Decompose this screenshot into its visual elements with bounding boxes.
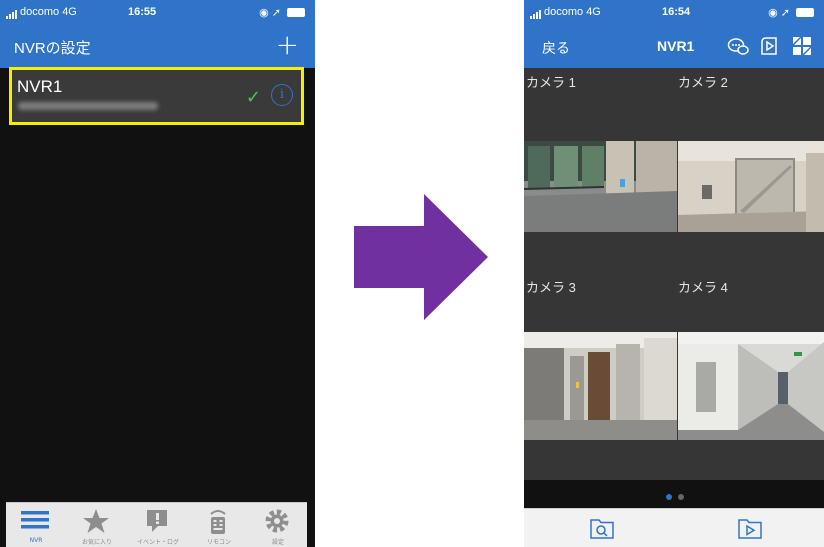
tab-remote[interactable]: リモコン xyxy=(189,503,249,547)
camera-2-feed[interactable] xyxy=(678,141,824,232)
star-icon xyxy=(83,509,109,533)
signal-icon xyxy=(6,7,18,19)
search-folder-icon[interactable] xyxy=(588,514,616,542)
phone-nvr-live-view: docomo 4G 16:54 ◉ ➚ 戻る NVR1 カメラ 1 カメラ 2 xyxy=(524,0,824,547)
gear-icon xyxy=(265,509,289,533)
camera-label: カメラ 2 xyxy=(678,75,728,90)
page-dot xyxy=(678,494,684,500)
info-icon[interactable]: i xyxy=(271,84,293,106)
remote-icon xyxy=(210,510,226,534)
tab-label: イベント・ログ xyxy=(136,539,179,546)
tab-favorites[interactable]: お気に入り xyxy=(67,503,127,547)
page-title: NVRの設定 xyxy=(14,40,91,57)
tab-settings[interactable]: 設定 xyxy=(248,503,308,547)
status-time: 16:54 xyxy=(662,6,691,18)
playback-icon[interactable] xyxy=(758,35,780,57)
camera-voice-icon[interactable] xyxy=(727,35,749,57)
signal-icon xyxy=(530,7,542,19)
battery-icon xyxy=(796,8,814,17)
camera-3-feed[interactable] xyxy=(524,332,677,440)
nav-bar: 戻る NVR1 xyxy=(524,26,824,68)
play-folder-icon[interactable] xyxy=(736,514,764,542)
camera-label: カメラ 3 xyxy=(526,280,576,295)
nvr-address-blurred xyxy=(18,102,158,110)
page-dot-active xyxy=(666,494,672,500)
status-bar: docomo 4G 16:55 ◉ ➚ xyxy=(0,0,315,26)
carrier-label: docomo 4G xyxy=(20,6,77,18)
event-log-icon xyxy=(147,510,167,532)
tab-nvr[interactable]: NVR xyxy=(6,503,66,547)
status-bar: docomo 4G 16:54 ◉ ➚ xyxy=(524,0,824,26)
page-indicator[interactable] xyxy=(524,480,824,508)
tab-bar: NVR お気に入り イベント・ログ リモコン 設定 xyxy=(6,502,307,547)
tab-event-log[interactable]: イベント・ログ xyxy=(128,503,188,547)
back-button[interactable]: 戻る xyxy=(542,38,570,58)
camera-label: カメラ 1 xyxy=(526,75,576,90)
right-arrow-icon xyxy=(354,194,488,320)
status-icons: ◉ ➚ xyxy=(259,6,305,19)
check-icon: ✓ xyxy=(245,87,261,108)
camera-1-feed[interactable] xyxy=(524,141,677,232)
layout-grid-icon[interactable] xyxy=(791,35,813,57)
status-icons: ◉ ➚ xyxy=(768,6,814,19)
tab-label: お気に入り xyxy=(81,539,112,546)
tab-label: 設定 xyxy=(271,539,284,546)
camera-grid: カメラ 1 カメラ 2 カメラ 3 カメラ 4 xyxy=(524,68,824,480)
list-icon xyxy=(21,511,49,529)
nav-bar: NVRの設定 + xyxy=(0,26,315,68)
status-time: 16:55 xyxy=(128,6,157,18)
carrier-label: docomo 4G xyxy=(544,6,601,18)
phone-nvr-settings: docomo 4G 16:55 ◉ ➚ NVRの設定 + NVR1 ✓ i NV… xyxy=(0,0,315,547)
tab-label: リモコン xyxy=(206,539,231,546)
nvr-list-item[interactable]: NVR1 ✓ i xyxy=(9,67,304,125)
plus-icon[interactable]: + xyxy=(276,31,299,59)
page-title: NVR1 xyxy=(657,38,695,54)
battery-icon xyxy=(287,8,305,17)
camera-4-feed[interactable] xyxy=(678,332,824,440)
bottom-toolbar xyxy=(524,508,824,547)
tab-label: NVR xyxy=(29,537,43,544)
nvr-name: NVR1 xyxy=(17,77,63,96)
camera-label: カメラ 4 xyxy=(678,280,728,295)
